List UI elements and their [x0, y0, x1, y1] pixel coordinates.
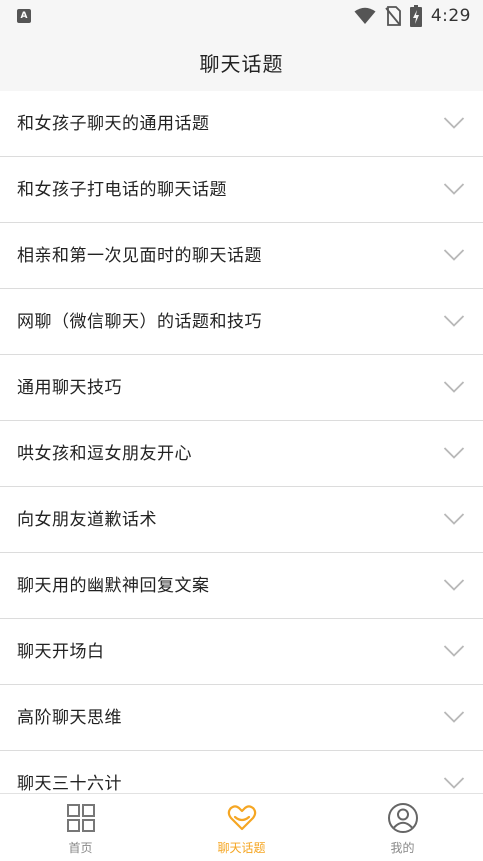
battery-charging-icon	[409, 5, 422, 27]
chevron-down-icon[interactable]	[443, 248, 465, 262]
topic-item[interactable]: 和女孩子打电话的聊天话题	[0, 157, 483, 223]
chevron-down-icon[interactable]	[443, 116, 465, 130]
chevron-down-icon[interactable]	[443, 710, 465, 724]
topic-item[interactable]: 和女孩子聊天的通用话题	[0, 91, 483, 157]
topic-item[interactable]: 通用聊天技巧	[0, 355, 483, 421]
notification-icon: A	[17, 9, 31, 23]
topic-label: 哄女孩和逗女朋友开心	[17, 444, 192, 464]
topic-item[interactable]: 聊天开场白	[0, 619, 483, 685]
chevron-down-icon[interactable]	[443, 644, 465, 658]
chevron-down-icon[interactable]	[443, 512, 465, 526]
topic-label: 通用聊天技巧	[17, 378, 122, 398]
status-bar: A 4:29	[0, 0, 483, 33]
topic-label: 聊天用的幽默神回复文案	[17, 576, 210, 596]
chevron-down-icon[interactable]	[443, 446, 465, 460]
topic-item[interactable]: 网聊（微信聊天）的话题和技巧	[0, 289, 483, 355]
topic-item[interactable]: 相亲和第一次见面时的聊天话题	[0, 223, 483, 289]
heart-chat-icon	[227, 805, 256, 831]
topic-item[interactable]: 高阶聊天思维	[0, 685, 483, 751]
topic-item[interactable]: 聊天三十六计	[0, 751, 483, 793]
topic-label: 网聊（微信聊天）的话题和技巧	[17, 312, 262, 332]
topic-label: 聊天开场白	[17, 642, 105, 662]
status-icons: 4:29	[354, 5, 471, 27]
tab-label: 我的	[390, 841, 415, 855]
topic-label: 高阶聊天思维	[17, 708, 122, 728]
chevron-down-icon[interactable]	[443, 182, 465, 196]
topic-label: 和女孩子聊天的通用话题	[17, 114, 210, 134]
page-title: 聊天话题	[199, 51, 284, 76]
topic-item[interactable]: 聊天用的幽默神回复文案	[0, 553, 483, 619]
chevron-down-icon[interactable]	[443, 380, 465, 394]
user-icon	[387, 803, 418, 833]
tab-chat-topics[interactable]: 聊天话题	[161, 794, 322, 861]
app-header: 聊天话题	[0, 33, 483, 91]
topic-item[interactable]: 哄女孩和逗女朋友开心	[0, 421, 483, 487]
topic-label: 和女孩子打电话的聊天话题	[17, 180, 227, 200]
chevron-down-icon[interactable]	[443, 314, 465, 328]
wifi-icon	[354, 7, 376, 24]
topic-label: 相亲和第一次见面时的聊天话题	[17, 246, 262, 266]
tab-mine[interactable]: 我的	[322, 794, 483, 861]
chevron-down-icon[interactable]	[443, 578, 465, 592]
tab-home[interactable]: 首页	[0, 794, 161, 861]
status-time: 4:29	[430, 6, 471, 26]
chevron-down-icon[interactable]	[443, 776, 465, 790]
topic-label: 向女朋友道歉话术	[17, 510, 157, 530]
topic-list[interactable]: 和女孩子聊天的通用话题 和女孩子打电话的聊天话题 相亲和第一次见面时的聊天话题 …	[0, 91, 483, 793]
grid-icon	[66, 804, 95, 832]
topic-label: 聊天三十六计	[17, 774, 122, 793]
tab-label: 聊天话题	[217, 841, 266, 855]
tab-label: 首页	[68, 841, 93, 855]
no-sim-icon	[385, 6, 401, 26]
topic-item[interactable]: 向女朋友道歉话术	[0, 487, 483, 553]
bottom-tab-bar: 首页 聊天话题 我的	[0, 793, 483, 861]
